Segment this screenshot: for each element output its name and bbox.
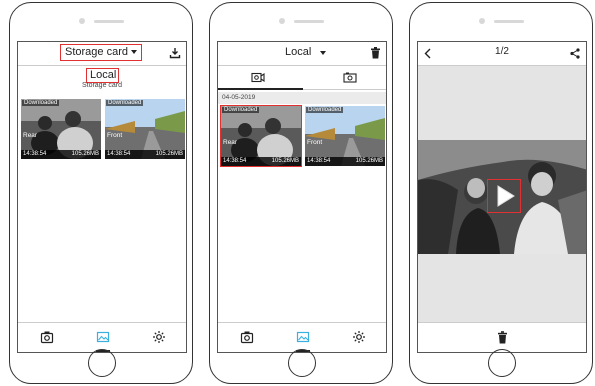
home-button[interactable]	[488, 349, 516, 377]
dropdown-option-local-label: Local	[90, 69, 117, 81]
dropdown-option-storage[interactable]: Storage card	[18, 82, 186, 89]
photo-camera-icon[interactable]	[343, 72, 357, 83]
camera-icon[interactable]	[40, 330, 54, 344]
storage-dropdown-label: Local	[285, 46, 312, 58]
thumbnail-time: 14:38:54	[223, 158, 247, 164]
thumbnail-size: 105.26MB	[271, 158, 299, 164]
phone-storage-card: Storage card Local Storage card Download…	[9, 2, 193, 384]
share-icon[interactable]	[570, 48, 580, 59]
camera-label: Front	[307, 139, 323, 146]
gallery-icon[interactable]	[96, 330, 110, 344]
camera-label: Rear	[23, 132, 38, 139]
downloaded-badge: Downloaded	[222, 107, 260, 113]
phone-video-player: 1/2	[409, 2, 593, 384]
speaker-grille	[494, 20, 524, 23]
trash-icon[interactable]	[497, 331, 508, 344]
top-bar: 1/2	[418, 42, 586, 66]
settings-icon[interactable]	[152, 330, 166, 344]
settings-icon[interactable]	[352, 330, 366, 344]
home-button[interactable]	[288, 349, 316, 377]
camera-icon[interactable]	[240, 330, 254, 344]
storage-dropdown-label: Storage card	[65, 46, 128, 58]
dropdown-option-local[interactable]: Local	[86, 68, 119, 83]
video-camera-icon[interactable]	[251, 72, 265, 83]
date-group-header: 04-05-2019	[218, 92, 386, 104]
front-camera	[279, 18, 285, 24]
download-icon[interactable]	[169, 47, 181, 59]
active-media-tab-indicator	[218, 88, 303, 90]
thumbnail-time: 14:38:54	[23, 151, 47, 157]
downloaded-badge: Downloaded	[306, 107, 344, 113]
camera-label: Front	[107, 132, 123, 139]
phone-local-gallery: Local 04-05-2019 Downloaded Rear 14:38:5…	[209, 2, 393, 384]
thumbnail-size: 105.26MB	[355, 158, 383, 164]
downloaded-badge: Downloaded	[106, 100, 144, 106]
thumbnail-size: 105.26MB	[155, 151, 183, 157]
thumbnail-size: 105.26MB	[71, 151, 99, 157]
player-background-bottom	[418, 254, 586, 324]
bottom-action-bar	[418, 322, 586, 352]
video-thumbnail-rear[interactable]: Downloaded Rear 14:38:54 105.26MB	[220, 105, 302, 167]
video-frame[interactable]	[418, 140, 586, 254]
thumbnail-time: 14:38:54	[307, 158, 331, 164]
page-indicator: 1/2	[495, 46, 509, 57]
camera-label: Rear	[223, 139, 238, 146]
speaker-grille	[294, 20, 324, 23]
trash-icon[interactable]	[370, 47, 381, 59]
thumbnail-footer: 14:38:54 105.26MB	[105, 150, 185, 159]
media-type-tabs	[218, 66, 386, 90]
screen-local-list: Local 04-05-2019 Downloaded Rear 14:38:5…	[217, 41, 387, 353]
thumbnail-footer: 14:38:54 105.26MB	[221, 157, 301, 166]
top-bar: Local	[218, 42, 386, 66]
front-camera	[479, 18, 485, 24]
top-bar: Storage card	[18, 42, 186, 66]
thumbnail-footer: 14:38:54 105.26MB	[21, 150, 101, 159]
thumbnail-footer: 14:38:54 105.26MB	[305, 157, 385, 166]
player-background-top	[418, 66, 586, 140]
play-icon	[497, 185, 515, 207]
speaker-grille	[94, 20, 124, 23]
screen-storage-list: Storage card Local Storage card Download…	[17, 41, 187, 353]
gallery-icon[interactable]	[296, 330, 310, 344]
play-button[interactable]	[487, 179, 521, 213]
bottom-tab-bar	[218, 322, 386, 352]
chevron-down-icon	[131, 50, 137, 54]
video-thumbnail-front[interactable]: Downloaded Front 14:38:54 105.26MB	[305, 106, 385, 166]
downloaded-badge: Downloaded	[22, 100, 60, 106]
storage-dropdown[interactable]: Local	[282, 46, 328, 60]
bottom-tab-bar	[18, 322, 186, 352]
video-thumbnail-front[interactable]: Downloaded Front 14:38:54 105.26MB	[105, 99, 185, 159]
storage-dropdown[interactable]: Storage card	[60, 44, 142, 61]
thumbnail-time: 14:38:54	[107, 151, 131, 157]
video-thumbnail-rear[interactable]: Downloaded Rear 14:38:54 105.26MB	[21, 99, 101, 159]
chevron-down-icon	[320, 51, 326, 55]
home-button[interactable]	[88, 349, 116, 377]
dropdown-option-storage-label: Storage card	[81, 82, 123, 89]
front-camera	[79, 18, 85, 24]
dropdown-menu: Local Storage card	[18, 67, 186, 91]
screen-player: 1/2	[417, 41, 587, 353]
